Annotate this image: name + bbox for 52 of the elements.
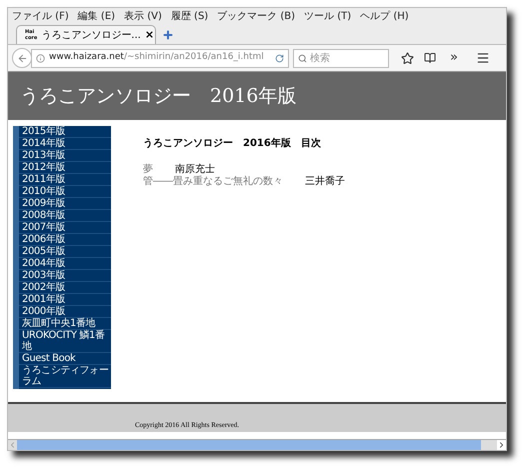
sidebar-link[interactable]: 2008年版 — [19, 210, 111, 222]
url-text: www.haizara.net/~shimirin/an2016/an16_i.html — [49, 51, 265, 64]
sidebar-link[interactable]: 2015年版 — [19, 126, 111, 138]
new-tab-icon[interactable] — [162, 29, 174, 41]
sidebar-link[interactable]: 2011年版 — [19, 174, 111, 186]
sidebar-link[interactable]: 2004年版 — [19, 258, 111, 270]
sidebar-link[interactable]: 2007年版 — [19, 222, 111, 234]
search-field[interactable]: 検索 — [293, 48, 389, 68]
sidebar-link[interactable]: 2005年版 — [19, 246, 111, 258]
sidebar-link[interactable]: Guest Book — [19, 353, 111, 365]
reload-icon[interactable] — [275, 54, 284, 62]
sidebar-link[interactable]: 2006年版 — [19, 234, 111, 246]
sidebar-link[interactable]: 2013年版 — [19, 150, 111, 162]
menu-item[interactable]: ファイル (F) — [12, 9, 69, 24]
entry-author: 南原充士 — [175, 164, 215, 176]
site-title: うろこアンソロジー 2016年版 — [20, 84, 296, 109]
menu-icon[interactable] — [476, 51, 490, 65]
contents-heading: うろこアンソロジー 2016年版 目次 — [143, 136, 322, 151]
sidebar-link[interactable]: 2002年版 — [19, 282, 111, 294]
tab-title: うろこアンソロジー... — [41, 28, 141, 42]
overflow-button[interactable]: » — [450, 48, 458, 68]
menu-item[interactable]: ヘルプ (H) — [360, 9, 409, 24]
entry-title[interactable]: 夢 — [143, 164, 153, 176]
sidebar-link[interactable]: UROKOCITY 鱗1番地 — [19, 330, 111, 353]
menu-item[interactable]: 表示 (V) — [124, 9, 162, 24]
sidebar-link[interactable]: 2003年版 — [19, 270, 111, 282]
back-arrow-icon — [16, 52, 28, 64]
reading-list-icon[interactable] — [424, 52, 436, 64]
back-button[interactable] — [12, 48, 32, 68]
info-icon[interactable] — [36, 54, 45, 62]
sidebar-link[interactable]: 灰皿町中央1番地 — [19, 318, 111, 330]
sidebar-link[interactable]: 2010年版 — [19, 186, 111, 198]
sidebar-link[interactable]: 2001年版 — [19, 294, 111, 306]
scroll-right-icon[interactable] — [497, 440, 506, 450]
address-bar[interactable]: www.haizara.net/~shimirin/an2016/an16_i.html — [31, 48, 289, 68]
close-tab-button[interactable]: × — [144, 26, 154, 44]
entry-author: 三井喬子 — [305, 176, 345, 188]
sidebar-link[interactable]: 2000年版 — [19, 306, 111, 318]
search-input[interactable]: 検索 — [310, 50, 380, 66]
menu-item[interactable]: 履歴 (S) — [170, 9, 208, 24]
horizontal-scrollbar[interactable] — [8, 439, 506, 450]
scrollbar-thumb[interactable] — [17, 440, 481, 450]
menu-item[interactable]: ブックマーク (B) — [217, 9, 296, 24]
entry-title[interactable]: 管――畳み重なるご無礼の数々 — [143, 176, 283, 188]
menu-item[interactable]: ツール (T) — [304, 9, 352, 24]
sidebar-link[interactable]: 2009年版 — [19, 198, 111, 210]
sidebar-link[interactable]: 2014年版 — [19, 138, 111, 150]
bookmark-star-icon[interactable] — [401, 52, 414, 64]
sidebar-link[interactable]: 2012年版 — [19, 162, 111, 174]
search-icon — [298, 54, 307, 62]
menu-item[interactable]: 編集 (E) — [78, 9, 116, 24]
sidebar-link[interactable]: うろこシティフォーラム — [19, 365, 111, 388]
